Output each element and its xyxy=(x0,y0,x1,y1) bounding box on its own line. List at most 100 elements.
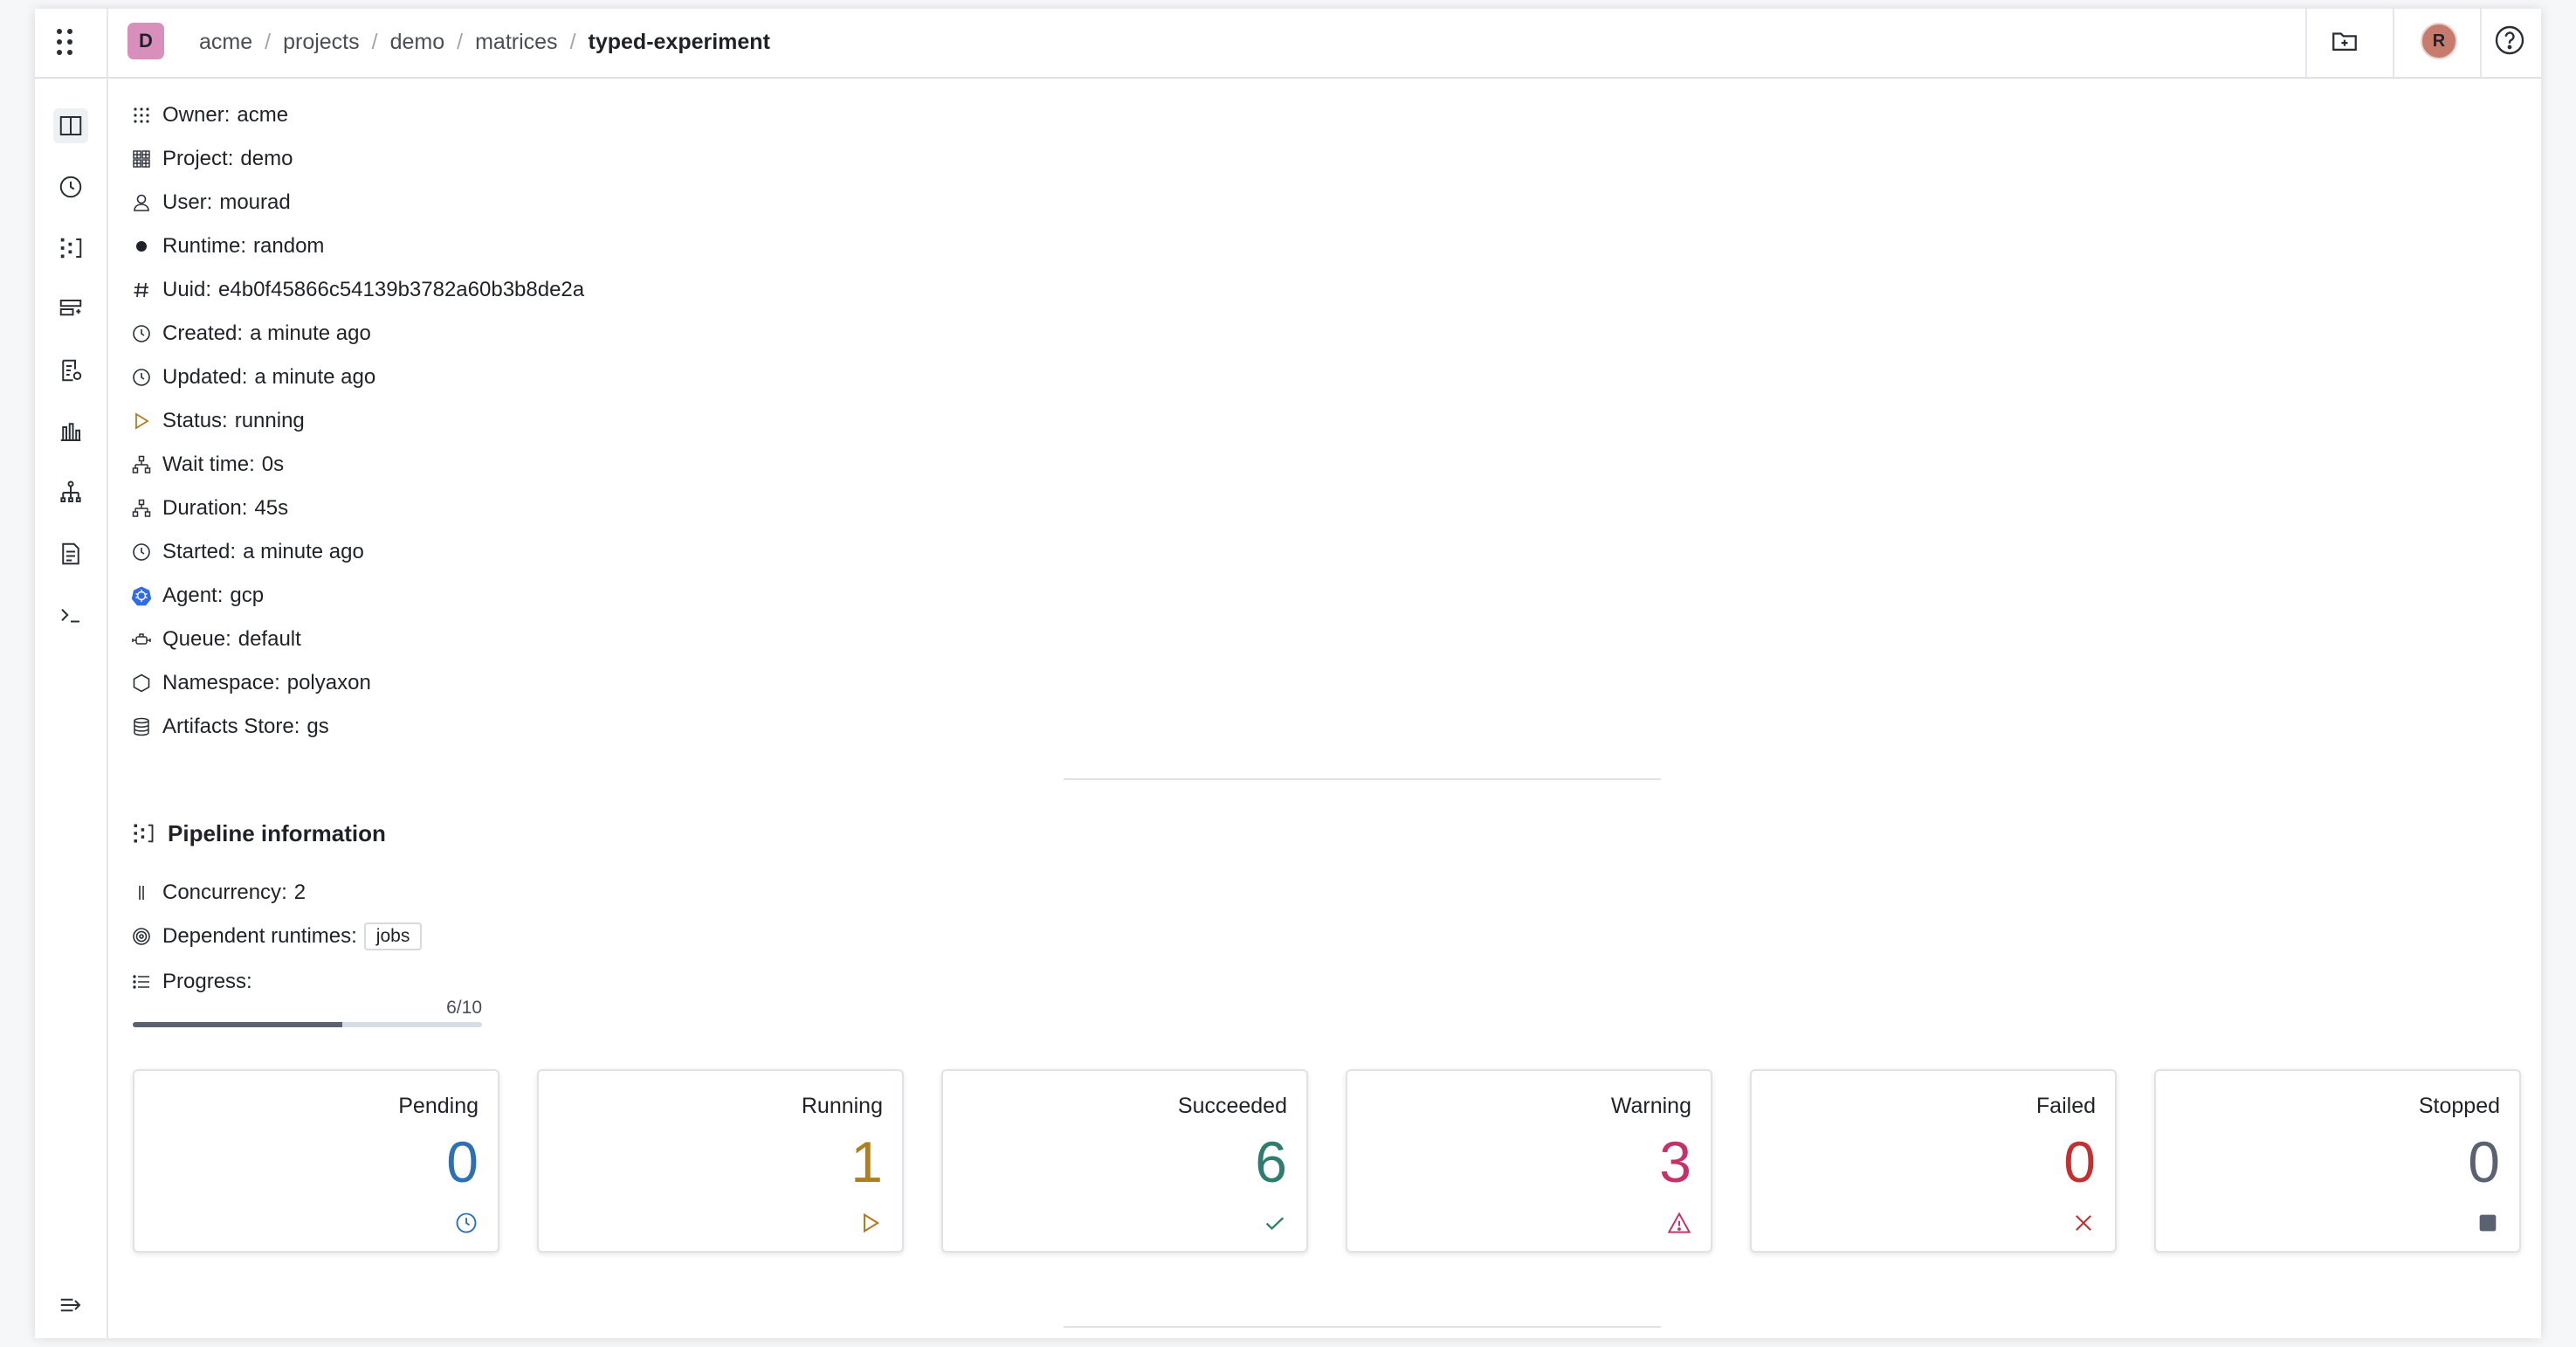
sidebar-item-overview[interactable] xyxy=(53,108,88,143)
stat-card-running[interactable]: Running 1 xyxy=(537,1069,904,1253)
help-icon[interactable] xyxy=(2494,24,2525,56)
sidebar-item-lineage[interactable] xyxy=(53,475,88,510)
sidebar-item-runs[interactable] xyxy=(53,292,88,327)
breadcrumb-owner[interactable]: acme xyxy=(199,30,252,55)
sidebar-collapse-button[interactable] xyxy=(53,1288,88,1323)
stat-label: Succeeded xyxy=(1177,1094,1287,1118)
breadcrumb-matrices[interactable]: matrices xyxy=(475,30,557,55)
expand-icon xyxy=(60,1298,81,1312)
meta-uuid: Uuid: e4b0f45866c54139b3782a60b3b8de2a xyxy=(131,273,584,307)
meta-label: Artifacts Store xyxy=(162,715,294,738)
stat-label: Warning xyxy=(1610,1094,1691,1118)
meta-value: a minute ago xyxy=(243,540,364,563)
meta-value: a minute ago xyxy=(250,321,371,345)
meta-value: running xyxy=(234,409,305,432)
meta-updated: Updated: a minute ago xyxy=(131,360,375,395)
clock-icon xyxy=(131,542,152,563)
breadcrumb-separator: / xyxy=(569,29,576,54)
database-icon xyxy=(131,716,152,737)
meta-artifacts-store: Artifacts Store: gs xyxy=(131,709,329,744)
meta-label: Owner xyxy=(162,103,224,127)
meta-queue: Queue: default xyxy=(131,622,301,657)
breadcrumb-project[interactable]: demo xyxy=(390,30,445,55)
clock-icon xyxy=(131,323,152,344)
meta-user: User: mourad xyxy=(131,185,291,220)
meta-value: a minute ago xyxy=(254,365,376,389)
meta-agent: Agent: gcp xyxy=(131,578,264,613)
meta-owner: Owner: acme xyxy=(131,98,288,133)
meta-label: Queue xyxy=(162,627,226,651)
hierarchy-icon xyxy=(60,480,81,502)
folder-add-icon[interactable] xyxy=(2330,26,2359,56)
stat-value: 1 xyxy=(851,1129,883,1194)
panel-icon xyxy=(59,116,82,135)
meta-label: Namespace xyxy=(162,671,275,694)
meta-label: Updated xyxy=(162,365,242,389)
meta-runtime: Runtime: random xyxy=(131,229,324,264)
app-menu-icon[interactable] xyxy=(54,26,75,58)
meta-value: default xyxy=(238,627,301,651)
target-icon xyxy=(131,926,152,947)
meta-created: Created: a minute ago xyxy=(131,316,371,351)
sidebar-item-pipeline[interactable] xyxy=(53,231,88,266)
breadcrumb-current: typed-experiment xyxy=(588,29,770,54)
clock-icon xyxy=(59,176,82,198)
stat-value: 0 xyxy=(2468,1129,2500,1194)
stat-label: Running xyxy=(801,1094,883,1118)
play-icon xyxy=(863,1212,880,1233)
check-icon xyxy=(1265,1217,1285,1231)
project-grid-icon xyxy=(131,149,152,169)
document-settings-icon xyxy=(62,359,82,382)
header-divider xyxy=(2480,9,2482,77)
meta-project: Project: demo xyxy=(131,142,293,176)
meta-value: 2 xyxy=(293,881,307,904)
sidebar-item-dashboards[interactable] xyxy=(53,414,88,449)
meta-value: 0s xyxy=(261,452,285,476)
meta-label: Dependent runtimes: xyxy=(162,924,357,948)
close-icon xyxy=(2076,1215,2091,1231)
stat-label: Stopped xyxy=(2418,1094,2500,1118)
stat-card-pending[interactable]: Pending 0 xyxy=(133,1069,499,1253)
section-divider xyxy=(1064,1326,1661,1328)
meta-value: random xyxy=(253,234,325,258)
runtime-tag[interactable]: jobs xyxy=(363,922,423,950)
sidebar-item-logs[interactable] xyxy=(53,536,88,571)
breadcrumb-separator: / xyxy=(371,29,378,54)
pipeline-icon xyxy=(60,238,82,259)
meta-label: Wait time xyxy=(162,452,250,476)
play-icon xyxy=(131,411,152,432)
pipeline-section-title: Pipeline information xyxy=(131,816,386,851)
top-header: D acme / projects / demo / matrices / ty… xyxy=(35,9,2541,79)
progress-fill xyxy=(133,1022,342,1027)
breadcrumb-projects[interactable]: projects xyxy=(283,30,360,55)
progress-text: 6/10 xyxy=(446,998,482,1018)
server-list-icon xyxy=(59,300,82,316)
meta-label: Created xyxy=(162,321,238,345)
meta-value: mourad xyxy=(219,190,291,214)
dot-icon xyxy=(131,236,152,257)
sidebar-item-terminal[interactable] xyxy=(53,598,88,632)
meta-dependent-runtimes: Dependent runtimes: jobs xyxy=(131,919,423,954)
progress-track xyxy=(133,1022,482,1027)
meta-status: Status: running xyxy=(131,404,305,439)
app-window: D acme / projects / demo / matrices / ty… xyxy=(35,9,2541,1338)
meta-value: acme xyxy=(237,103,289,127)
org-badge[interactable]: D xyxy=(127,23,164,59)
meta-started: Started: a minute ago xyxy=(131,535,364,570)
queue-icon xyxy=(131,629,152,650)
stat-card-failed[interactable]: Failed 0 xyxy=(1750,1069,2117,1253)
sidebar-item-reports[interactable] xyxy=(53,353,88,388)
stat-card-stopped[interactable]: Stopped 0 xyxy=(2154,1069,2521,1253)
chart-icon xyxy=(60,423,81,441)
warning-icon xyxy=(1667,1212,1691,1233)
meta-label: Agent xyxy=(162,584,217,607)
sidebar-item-history[interactable] xyxy=(53,169,88,204)
hierarchy-icon xyxy=(131,454,152,475)
meta-label: Uuid xyxy=(162,278,206,301)
meta-label: Progress: xyxy=(162,970,252,993)
stat-card-warning[interactable]: Warning 3 xyxy=(1346,1069,1712,1253)
header-divider xyxy=(2393,9,2394,77)
meta-value: polyaxon xyxy=(286,671,371,694)
avatar[interactable]: R xyxy=(2421,23,2457,59)
stat-card-succeeded[interactable]: Succeeded 6 xyxy=(941,1069,1308,1253)
